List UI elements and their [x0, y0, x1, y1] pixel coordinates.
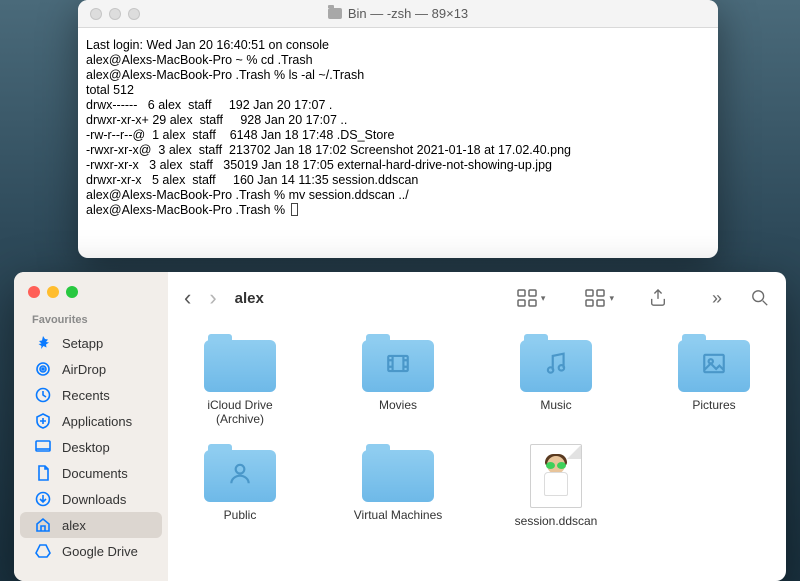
terminal-titlebar[interactable]: Bin — -zsh — 89×13 — [78, 0, 718, 28]
finder-main: ‹ › alex ▾ ▾ » — [168, 272, 786, 581]
terminal-body[interactable]: Last login: Wed Jan 20 16:40:51 on conso… — [78, 28, 718, 228]
forward-button[interactable]: › — [209, 287, 216, 309]
terminal-line: Last login: Wed Jan 20 16:40:51 on conso… — [86, 38, 710, 53]
sidebar-list: Setapp AirDrop Recents Applications Desktop D… — [14, 330, 168, 564]
sidebar-item-applications[interactable]: Applications — [20, 408, 162, 434]
chevron-updown-icon: ▾ — [541, 293, 546, 304]
sidebar-item-label: AirDrop — [62, 362, 106, 377]
folder-icon — [204, 444, 276, 502]
grid-icon — [517, 289, 537, 307]
finder-sidebar: Favourites Setapp AirDrop Recents Applicati… — [14, 272, 168, 581]
sidebar-item-label: Desktop — [62, 440, 110, 455]
apps-icon — [34, 412, 52, 430]
item-label: Pictures — [692, 398, 735, 412]
item-label: Public — [224, 508, 257, 522]
terminal-line: drwx------ 6 alex staff 192 Jan 20 17:07… — [86, 98, 710, 113]
terminal-title: Bin — -zsh — 89×13 — [78, 6, 718, 21]
terminal-line: -rw-r--r--@ 1 alex staff 6148 Jan 18 17:… — [86, 128, 710, 143]
clock-icon — [34, 386, 52, 404]
terminal-line: alex@Alexs-MacBook-Pro ~ % cd .Trash — [86, 53, 710, 68]
minimize-icon[interactable] — [47, 286, 59, 298]
terminal-line: drwxr-xr-x+ 29 alex staff 928 Jan 20 17:… — [86, 113, 710, 128]
desktop-icon — [34, 438, 52, 456]
sidebar-item-label: Applications — [62, 414, 132, 429]
finder-traffic-lights — [14, 280, 168, 308]
more-button[interactable]: » — [712, 288, 722, 309]
item-label: Virtual Machines — [354, 508, 443, 522]
cursor — [291, 203, 298, 216]
sidebar-item-downloads[interactable]: Downloads — [20, 486, 162, 512]
folder-item-virtual-machines[interactable]: Virtual Machines — [348, 444, 448, 528]
folder-icon — [362, 444, 434, 502]
folder-item-music[interactable]: Music — [506, 334, 606, 426]
sidebar-item-alex[interactable]: alex — [20, 512, 162, 538]
chevron-down-icon: ▾ — [609, 293, 614, 304]
file-item-session-ddscan[interactable]: session.ddscan — [506, 444, 606, 528]
terminal-line: -rwxr-xr-x 3 alex staff 35019 Jan 18 17:… — [86, 158, 710, 173]
airdrop-icon — [34, 360, 52, 378]
item-label: session.ddscan — [515, 514, 598, 528]
folder-icon — [204, 334, 276, 392]
folder-item-movies[interactable]: Movies — [348, 334, 448, 426]
zoom-icon[interactable] — [66, 286, 78, 298]
home-icon — [34, 516, 52, 534]
sidebar-item-label: Google Drive — [62, 544, 138, 559]
sidebar-item-setapp[interactable]: Setapp — [20, 330, 162, 356]
terminal-line: alex@Alexs-MacBook-Pro .Trash % ls -al ~… — [86, 68, 710, 83]
grid-row: iCloud Drive (Archive) Movies Music Picture… — [190, 334, 764, 426]
sidebar-item-airdrop[interactable]: AirDrop — [20, 356, 162, 382]
terminal-line: alex@Alexs-MacBook-Pro .Trash % — [86, 203, 710, 218]
terminal-line: drwxr-xr-x 5 alex staff 160 Jan 14 11:35… — [86, 173, 710, 188]
finder-icon-area[interactable]: iCloud Drive (Archive) Movies Music Picture… — [168, 324, 786, 581]
folder-item-pictures[interactable]: Pictures — [664, 334, 764, 426]
file-icon — [530, 444, 582, 508]
item-label: Music — [540, 398, 571, 412]
sidebar-item-recents[interactable]: Recents — [20, 382, 162, 408]
sidebar-item-label: alex — [62, 518, 86, 533]
setapp-icon — [34, 334, 52, 352]
terminal-title-text: Bin — -zsh — 89×13 — [348, 6, 468, 21]
download-icon — [34, 490, 52, 508]
terminal-line: total 512 — [86, 83, 710, 98]
back-button[interactable]: ‹ — [184, 287, 191, 309]
folder-icon — [520, 334, 592, 392]
folder-icon — [678, 334, 750, 392]
group-by-button[interactable]: ▾ — [585, 289, 614, 307]
sidebar-item-google-drive[interactable]: Google Drive — [20, 538, 162, 564]
search-button[interactable] — [750, 289, 770, 307]
gdrive-icon — [34, 542, 52, 560]
item-label: Movies — [379, 398, 417, 412]
grid-row: Public Virtual Machines session.ddscan — [190, 444, 764, 528]
terminal-line: -rwxr-xr-x@ 3 alex staff 213702 Jan 18 1… — [86, 143, 710, 158]
folder-item-icloud-drive-archive-[interactable]: iCloud Drive (Archive) — [190, 334, 290, 426]
folder-icon — [328, 8, 342, 19]
item-label: iCloud Drive (Archive) — [190, 398, 290, 426]
sidebar-item-documents[interactable]: Documents — [20, 460, 162, 486]
view-icons-button[interactable]: ▾ — [517, 289, 546, 307]
close-icon[interactable] — [28, 286, 40, 298]
group-icon — [585, 289, 605, 307]
folder-item-public[interactable]: Public — [190, 444, 290, 528]
sidebar-item-label: Setapp — [62, 336, 103, 351]
terminal-line: alex@Alexs-MacBook-Pro .Trash % mv sessi… — [86, 188, 710, 203]
location-title: alex — [235, 290, 264, 307]
terminal-window: Bin — -zsh — 89×13 Last login: Wed Jan 2… — [78, 0, 718, 258]
folder-icon — [362, 334, 434, 392]
finder-toolbar: ‹ › alex ▾ ▾ » — [168, 272, 786, 324]
sidebar-item-desktop[interactable]: Desktop — [20, 434, 162, 460]
share-button[interactable] — [648, 289, 668, 307]
sidebar-heading: Favourites — [14, 308, 168, 330]
finder-window: Favourites Setapp AirDrop Recents Applicati… — [14, 272, 786, 581]
sidebar-item-label: Documents — [62, 466, 128, 481]
sidebar-item-label: Downloads — [62, 492, 126, 507]
doc-icon — [34, 464, 52, 482]
sidebar-item-label: Recents — [62, 388, 110, 403]
